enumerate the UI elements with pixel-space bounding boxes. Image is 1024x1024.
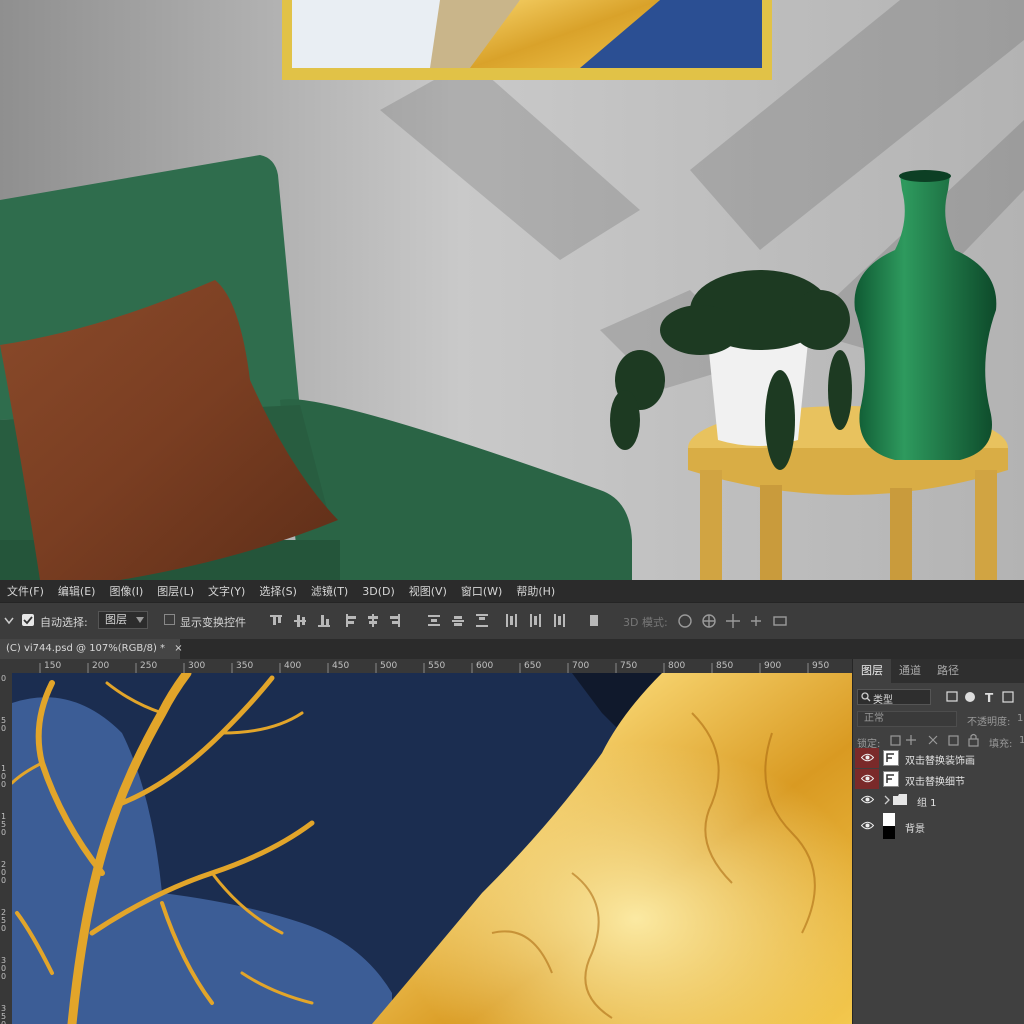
show-transform-label: 显示变换控件 <box>180 616 246 629</box>
ruler-h-label-200: 200 <box>92 661 110 671</box>
blend-mode-dropdown[interactable]: 正常 <box>857 711 957 727</box>
ruler-h-label-750: 750 <box>620 661 638 671</box>
ruler-h-label-300: 300 <box>188 661 206 671</box>
room-scene-illustration <box>0 0 1024 580</box>
mode-3d-label: 3D 模式: <box>623 616 668 629</box>
ruler-v-label-300: 300 <box>1 956 7 981</box>
ruler-v-label-0: 0 <box>1 674 7 683</box>
visibility-toggle[interactable] <box>855 790 879 810</box>
background-thumbnail <box>883 813 895 839</box>
show-transform-checkbox[interactable] <box>164 614 175 625</box>
menu-view[interactable]: 视图(V) <box>402 583 454 599</box>
3d-mode-icons[interactable] <box>676 612 791 630</box>
auto-select-label: 自动选择: <box>40 616 88 629</box>
opacity-value[interactable]: 1 <box>1017 713 1023 724</box>
visibility-toggle[interactable] <box>855 816 879 836</box>
ruler-v-label-200: 200 <box>1 860 7 885</box>
visibility-toggle[interactable] <box>855 748 879 768</box>
auto-select-value: 图层 <box>105 613 127 626</box>
layer-filter-value: 类型 <box>873 695 893 706</box>
layer-name: 背景 <box>905 824 925 835</box>
layer-row-decor-painting[interactable]: 双击替换装饰画 <box>853 748 1024 768</box>
svg-text:T: T <box>985 691 994 705</box>
ruler-h-label-700: 700 <box>572 661 590 671</box>
folder-icon <box>893 794 907 805</box>
menu-help[interactable]: 帮助(H) <box>509 583 562 599</box>
ruler-h-label-150: 150 <box>44 661 62 671</box>
room-mockup-photo <box>0 0 1024 580</box>
auto-select-checkbox[interactable] <box>22 614 34 626</box>
ruler-h-label-850: 850 <box>716 661 734 671</box>
ruler-h-label-550: 550 <box>428 661 446 671</box>
blend-mode-value: 正常 <box>864 713 884 724</box>
fill-value[interactable]: 1 <box>1019 735 1024 746</box>
search-icon <box>861 692 871 702</box>
ruler-h-label-900: 900 <box>764 661 782 671</box>
ruler-horizontal: 150 200 250 300 350 400 450 500 550 600 … <box>0 659 852 673</box>
menu-select[interactable]: 选择(S) <box>252 583 304 599</box>
lock-icons[interactable] <box>889 733 989 747</box>
ruler-h-label-400: 400 <box>284 661 302 671</box>
layer-filter-icons[interactable]: T <box>945 689 1023 705</box>
menu-layer[interactable]: 图层(L) <box>150 583 201 599</box>
layer-name: 双击替换细节 <box>905 777 965 788</box>
auto-select-dropdown[interactable]: 图层 <box>98 611 148 629</box>
align-distribute-icons[interactable] <box>268 611 598 631</box>
tab-channels[interactable]: 通道 <box>891 659 929 683</box>
opacity-label: 不透明度: <box>967 717 1011 728</box>
eye-icon <box>861 774 874 783</box>
dropdown-arrow-icon <box>136 617 144 623</box>
menu-3d[interactable]: 3D(D) <box>355 585 402 598</box>
layer-name: 组 1 <box>917 798 937 809</box>
menu-type[interactable]: 文字(Y) <box>201 583 252 599</box>
layers-panel: 图层 通道 路径 类型 T 正常 不透明度: 1 锁定: 填充: 1 双击替换装… <box>852 659 1024 1024</box>
document-tab[interactable]: (C) vi744.psd @ 107%(RGB/8) * × <box>0 639 183 659</box>
layer-row-detail[interactable]: 双击替换细节 <box>853 769 1024 789</box>
ruler-h-label-950: 950 <box>812 661 830 671</box>
panel-tabs: 图层 通道 路径 <box>853 659 1024 683</box>
eye-icon <box>861 821 874 830</box>
smart-object-thumbnail-icon <box>883 750 899 766</box>
menu-image[interactable]: 图像(I) <box>102 583 150 599</box>
eye-icon <box>861 795 874 804</box>
checkmark-icon <box>23 616 33 625</box>
menu-window[interactable]: 窗口(W) <box>454 583 509 599</box>
layer-row-group-1[interactable]: 组 1 <box>853 790 1024 810</box>
ruler-h-label-350: 350 <box>236 661 254 671</box>
ruler-h-label-650: 650 <box>524 661 542 671</box>
visibility-toggle[interactable] <box>855 769 879 789</box>
ruler-h-label-450: 450 <box>332 661 350 671</box>
document-canvas[interactable] <box>12 673 852 1024</box>
ruler-v-label-350: 350 <box>1 1004 7 1024</box>
chevron-right-icon[interactable] <box>883 795 891 805</box>
menu-filter[interactable]: 滤镜(T) <box>304 583 355 599</box>
ruler-vertical: 0 50 100 150 200 250 300 350 <box>0 673 12 1024</box>
layer-row-background[interactable]: 背景 <box>853 811 1024 841</box>
ruler-h-label-800: 800 <box>668 661 686 671</box>
menu-file[interactable]: 文件(F) <box>0 583 51 599</box>
ruler-v-label-100: 100 <box>1 764 7 789</box>
ruler-v-label-50: 50 <box>1 716 7 733</box>
layer-name: 双击替换装饰画 <box>905 756 975 767</box>
menu-bar: 文件(F) 编辑(E) 图像(I) 图层(L) 文字(Y) 选择(S) 滤镜(T… <box>0 580 1024 602</box>
eye-icon <box>861 753 874 762</box>
ruler-v-label-250: 250 <box>1 908 7 933</box>
tab-layers[interactable]: 图层 <box>853 659 891 683</box>
smart-object-thumbnail-icon <box>883 771 899 787</box>
ruler-h-label-250: 250 <box>140 661 158 671</box>
close-tab-icon[interactable]: × <box>174 643 182 654</box>
menu-edit[interactable]: 编辑(E) <box>51 583 103 599</box>
tab-paths[interactable]: 路径 <box>929 659 967 683</box>
ruler-v-label-150: 150 <box>1 812 7 837</box>
layer-filter-dropdown[interactable]: 类型 <box>857 689 931 706</box>
document-tab-title: (C) vi744.psd @ 107%(RGB/8) * <box>6 643 166 654</box>
ruler-h-label-500: 500 <box>380 661 398 671</box>
options-bar: 自动选择: 图层 显示变换控件 3D 模式: <box>0 602 1024 640</box>
ruler-h-label-600: 600 <box>476 661 494 671</box>
photoshop-window: 文件(F) 编辑(E) 图像(I) 图层(L) 文字(Y) 选择(S) 滤镜(T… <box>0 580 1024 1024</box>
artwork-gold-blue-abstract <box>12 673 852 1024</box>
document-tab-bar: (C) vi744.psd @ 107%(RGB/8) * × <box>0 639 1024 659</box>
chevron-down-icon[interactable] <box>4 615 14 627</box>
